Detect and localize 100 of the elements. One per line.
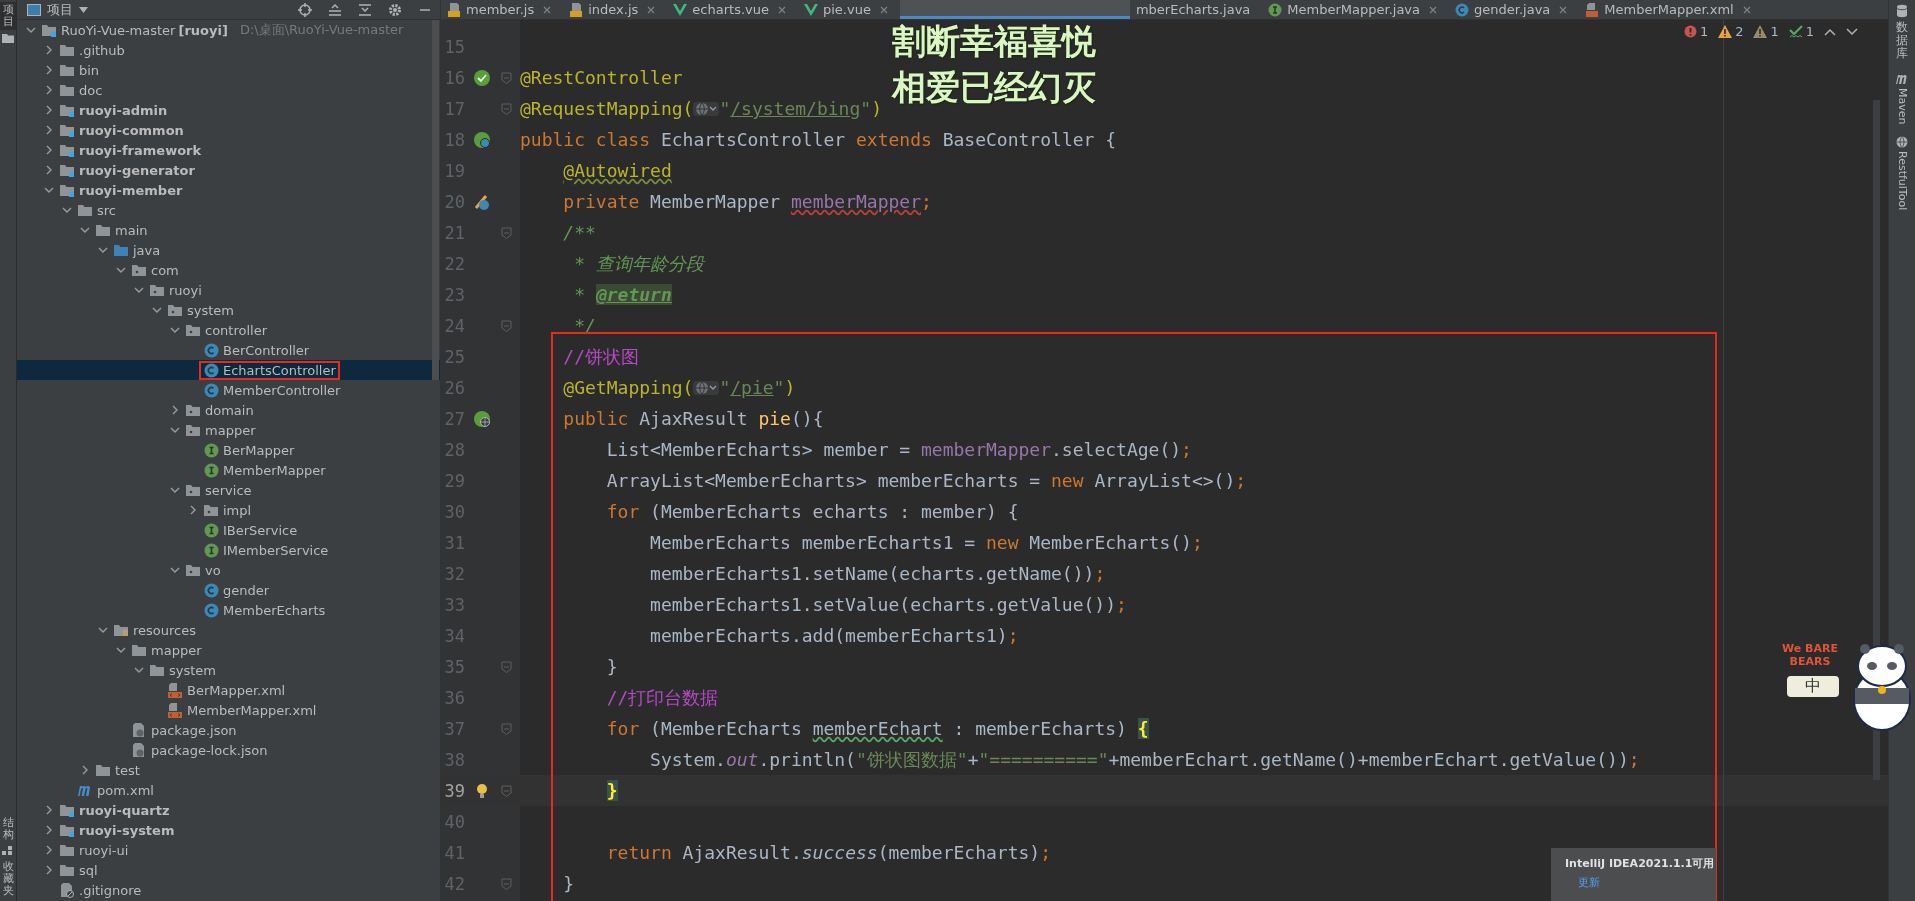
chevron-right-icon[interactable] [44, 145, 54, 155]
chevron-right-icon[interactable] [44, 165, 54, 175]
tree-item[interactable]: MemberMapper [17, 460, 440, 480]
bean-class-icon[interactable] [473, 130, 491, 149]
tool-window-button[interactable]: Maven [1895, 87, 1909, 125]
tree-item[interactable]: service [17, 480, 440, 500]
chevron-down-icon[interactable] [170, 485, 180, 495]
tree-item[interactable]: .gitignore [17, 880, 440, 900]
chevron-right-icon[interactable] [44, 865, 54, 875]
tree-item[interactable]: ruoyi-system [17, 820, 440, 840]
autowired-icon[interactable] [473, 192, 491, 211]
tree-item[interactable]: MemberEcharts [17, 600, 440, 620]
tree-item[interactable]: ruoyi-member [17, 180, 440, 200]
chevron-down-icon[interactable] [134, 285, 144, 295]
chevron-right-icon[interactable] [44, 105, 54, 115]
chevron-right-icon[interactable] [44, 85, 54, 95]
close-icon[interactable] [1742, 5, 1751, 14]
chevron-down-icon[interactable] [98, 625, 108, 635]
favorites-tool-button[interactable]: 收藏夹 [0, 858, 16, 899]
editor-tab[interactable]: pie.vue [798, 0, 900, 19]
editor-tab[interactable]: MemberMapper.xml [1579, 0, 1763, 19]
chevron-down-icon[interactable] [26, 25, 36, 35]
scrollbar-thumb[interactable] [432, 20, 439, 380]
editor-tab[interactable]: member.js [441, 0, 564, 19]
web-endpoint-icon[interactable] [473, 409, 491, 428]
tree-item[interactable]: bin [17, 60, 440, 80]
inspection-count[interactable]: 1 [1753, 24, 1779, 39]
tree-item[interactable]: main [17, 220, 440, 240]
tree-item[interactable]: ruoyi [17, 280, 440, 300]
chevron-down-icon[interactable] [44, 185, 54, 195]
input-method-status-drawing[interactable]: We BARE BEARS 中 [1775, 642, 1913, 742]
chevron-down-icon[interactable] [1846, 27, 1858, 36]
editor-tab[interactable]: MemberMapper.java [1262, 0, 1450, 19]
tree-item[interactable]: impl [17, 500, 440, 520]
chevron-down-icon[interactable] [62, 205, 72, 215]
locate-icon[interactable] [298, 2, 312, 17]
editor-tab[interactable]: gender.java [1449, 0, 1580, 19]
tree-item[interactable]: .github [17, 40, 440, 60]
tree-item[interactable]: RuoYi-Vue-master [ruoyi] D:\桌面\RuoYi-Vue-master [17, 20, 440, 40]
tree-item[interactable]: src [17, 200, 440, 220]
collapse-all-icon[interactable] [358, 2, 372, 17]
tree-item[interactable]: system [17, 300, 440, 320]
chevron-up-icon[interactable] [1824, 27, 1836, 36]
tree-item[interactable]: ruoyi-quartz [17, 800, 440, 820]
tree-item[interactable]: controller [17, 320, 440, 340]
chevron-right-icon[interactable] [44, 125, 54, 135]
tree-item[interactable]: ruoyi-framework [17, 140, 440, 160]
editor-tab[interactable]: mberEcharts.java [1129, 0, 1263, 19]
chevron-down-icon[interactable] [170, 325, 180, 335]
close-icon[interactable] [647, 5, 656, 14]
tool-window-button[interactable]: 数据库 [1896, 21, 1908, 61]
chevron-down-icon[interactable] [98, 245, 108, 255]
chevron-down-icon[interactable] [170, 425, 180, 435]
dropdown-caret-icon[interactable] [79, 6, 88, 13]
tree-item[interactable]: gender [17, 580, 440, 600]
editor-tab[interactable]: index.js [563, 0, 668, 19]
chevron-down-icon[interactable] [80, 225, 90, 235]
chevron-down-icon[interactable] [116, 645, 126, 655]
close-icon[interactable] [1559, 5, 1568, 14]
tree-item[interactable]: MemberMapper.xml [17, 700, 440, 720]
inspection-count[interactable]: 1 [1788, 24, 1814, 39]
tree-item[interactable]: ruoyi-ui [17, 840, 440, 860]
chevron-down-icon[interactable] [170, 565, 180, 575]
tree-item[interactable]: domain [17, 400, 440, 420]
close-icon[interactable] [543, 5, 552, 14]
bulb-icon[interactable] [475, 782, 489, 799]
tree-item[interactable]: IMemberService [17, 540, 440, 560]
expand-all-icon[interactable] [328, 2, 342, 17]
tree-item[interactable]: system [17, 660, 440, 680]
tree-item[interactable]: BerMapper [17, 440, 440, 460]
project-view-dropdown[interactable]: 项目 [47, 0, 73, 19]
tree-item[interactable]: java [17, 240, 440, 260]
editor-tab[interactable]: echarts.vue [667, 0, 798, 19]
url-globe-icon[interactable] [693, 101, 720, 116]
tree-item[interactable]: com [17, 260, 440, 280]
tree-item[interactable]: test [17, 760, 440, 780]
tree-item[interactable]: ruoyi-generator [17, 160, 440, 180]
tree-item[interactable]: vo [17, 560, 440, 580]
chevron-down-icon[interactable] [116, 265, 126, 275]
tree-item[interactable]: ruoyi-admin [17, 100, 440, 120]
tree-item[interactable]: package-lock.json [17, 740, 440, 760]
chevron-right-icon[interactable] [44, 65, 54, 75]
close-icon[interactable] [1429, 5, 1438, 14]
tree-item[interactable]: sql [17, 860, 440, 880]
chevron-right-icon[interactable] [44, 825, 54, 835]
tree-item[interactable]: mapper [17, 420, 440, 440]
chevron-right-icon[interactable] [188, 505, 198, 515]
tree-item[interactable]: BerController [17, 340, 440, 360]
update-link[interactable]: 更新 [1578, 875, 1710, 890]
tree-item[interactable]: BerMapper.xml [17, 680, 440, 700]
tree-item[interactable]: mapper [17, 640, 440, 660]
tree-item[interactable]: MemberController [17, 380, 440, 400]
chevron-right-icon[interactable] [44, 45, 54, 55]
structure-tool-button[interactable]: 结构 [0, 814, 16, 843]
project-tool-button[interactable]: 项目 [0, 2, 16, 31]
inspection-count[interactable]: 1 [1683, 24, 1709, 39]
bean-icon[interactable] [473, 68, 491, 87]
tool-window-button[interactable]: RestfulTool [1895, 151, 1909, 211]
chevron-right-icon[interactable] [80, 765, 90, 775]
chevron-down-icon[interactable] [134, 665, 144, 675]
